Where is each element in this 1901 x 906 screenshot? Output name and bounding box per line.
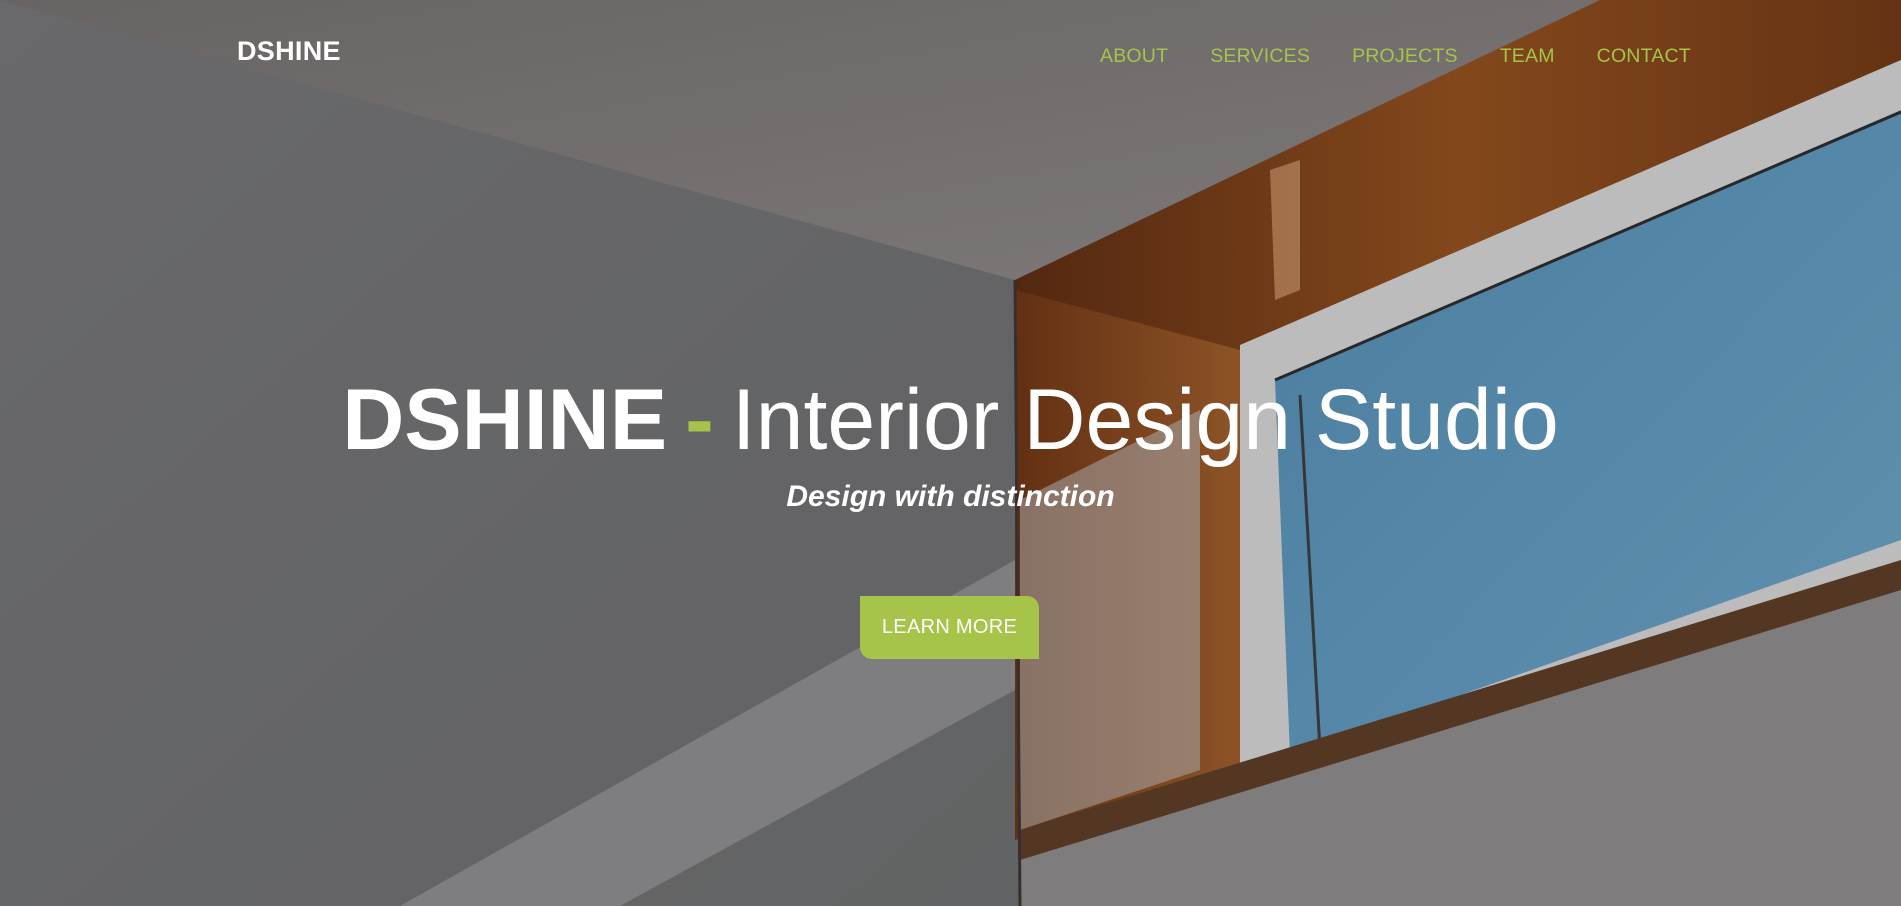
nav-link-projects[interactable]: PROJECTS [1352, 45, 1458, 68]
nav-link-about[interactable]: ABOUT [1100, 45, 1168, 68]
nav-link-contact[interactable]: CONTACT [1597, 45, 1691, 68]
hero-tagline: Design with distinction [786, 480, 1115, 513]
top-navbar: DSHINE ABOUT SERVICES PROJECTS TEAM CONT… [0, 0, 1901, 112]
hero-title: DSHINE - Interior Design Studio [0, 370, 1901, 470]
main-nav: ABOUT SERVICES PROJECTS TEAM CONTACT [1100, 45, 1691, 68]
hero-title-rest: Interior Design Studio [731, 372, 1559, 468]
learn-more-button[interactable]: LEARN MORE [860, 596, 1039, 659]
hero-title-separator: - [685, 372, 714, 468]
hero-title-brand: DSHINE [342, 372, 668, 468]
nav-link-team[interactable]: TEAM [1500, 45, 1555, 68]
site-logo[interactable]: DSHINE [237, 36, 341, 67]
nav-link-services[interactable]: SERVICES [1210, 45, 1310, 68]
